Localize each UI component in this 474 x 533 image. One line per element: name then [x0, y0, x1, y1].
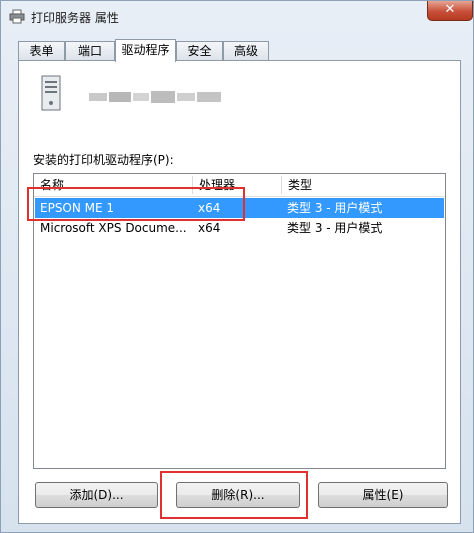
printer-server-properties-window: 打印服务器 属性 ✕ 表单 端口 驱动程序 安全 高级 安装的打印机驱动程序(P… [0, 0, 474, 533]
close-button[interactable]: ✕ [427, 1, 473, 21]
tab-security[interactable]: 安全 [176, 41, 223, 60]
driver-row-epson[interactable]: EPSON ME 1 x64 类型 3 - 用户模式 [35, 198, 444, 218]
printer-icon [9, 9, 25, 24]
column-header-type[interactable]: 类型 [282, 174, 444, 196]
properties-button[interactable]: 属性(E) [318, 482, 448, 508]
driver-processor: x64 [198, 201, 221, 215]
column-header-processor[interactable]: 处理器 [193, 174, 281, 196]
tab-drivers[interactable]: 驱动程序 [115, 39, 176, 62]
list-header: 名称 处理器 类型 [34, 174, 445, 197]
installed-drivers-label: 安装的打印机驱动程序(P): [33, 153, 174, 167]
driver-row-xps[interactable]: Microsoft XPS Docume... x64 类型 3 - 用户模式 [35, 218, 444, 238]
close-icon: ✕ [444, 2, 456, 17]
driver-type: 类型 3 - 用户模式 [287, 201, 383, 215]
column-header-name[interactable]: 名称 [34, 174, 192, 196]
tab-forms[interactable]: 表单 [18, 41, 65, 60]
remove-button[interactable]: 删除(R)... [176, 482, 300, 508]
driver-name: EPSON ME 1 [40, 201, 115, 215]
drivers-panel: 安装的打印机驱动程序(P): 名称 处理器 类型 EPSON ME 1 x64 … [18, 60, 461, 524]
window-title: 打印服务器 属性 [31, 11, 119, 25]
drivers-list[interactable]: 名称 处理器 类型 EPSON ME 1 x64 类型 3 - 用户模式 Mic… [33, 173, 446, 469]
tab-advanced[interactable]: 高级 [223, 41, 269, 60]
driver-processor: x64 [198, 221, 221, 235]
server-name-blurred [89, 91, 221, 103]
tab-ports[interactable]: 端口 [65, 41, 115, 60]
driver-name: Microsoft XPS Docume... [40, 221, 187, 235]
title-bar[interactable]: 打印服务器 属性 ✕ [1, 1, 473, 33]
server-icon [41, 75, 61, 111]
add-button[interactable]: 添加(D)... [35, 482, 158, 508]
driver-type: 类型 3 - 用户模式 [287, 221, 383, 235]
